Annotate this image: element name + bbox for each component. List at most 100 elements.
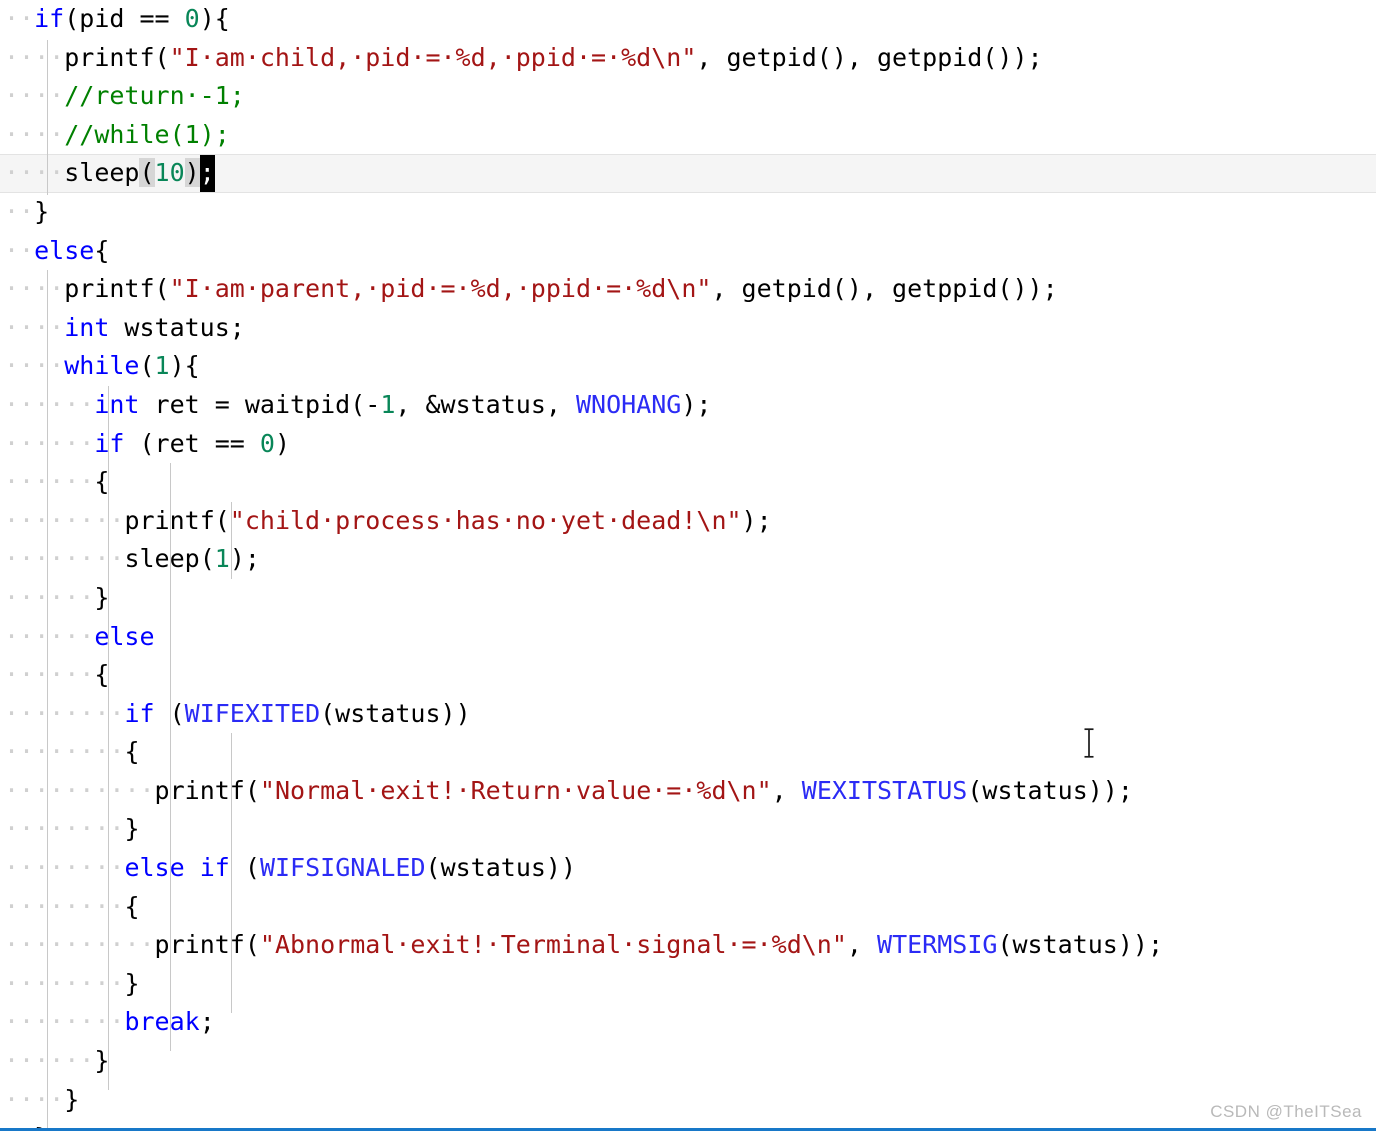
whitespace-dots: ·· (64, 660, 95, 690)
number-literal: 1 (214, 544, 230, 574)
whitespace-dots: ·· (34, 1046, 65, 1076)
whitespace-dots: ·· (4, 4, 35, 33)
whitespace-dots: ·· (64, 389, 95, 419)
code-line[interactable]: ····printf("I·am·child,·pid·=·%d,·ppid·=… (0, 39, 1376, 78)
code-token: printf( (154, 930, 260, 960)
whitespace-dots: ·· (64, 891, 95, 921)
code-line[interactable]: ········sleep(1); (0, 540, 1376, 579)
whitespace-dots: ·· (94, 891, 125, 921)
code-token: , &wstatus, (395, 389, 576, 419)
whitespace-dots: ·· (94, 968, 125, 998)
code-token: } (34, 196, 50, 226)
code-line[interactable]: ··} (0, 193, 1376, 232)
status-bar[interactable] (0, 1128, 1376, 1136)
code-line[interactable]: ····int wstatus; (0, 309, 1376, 348)
code-line[interactable]: ········else if (WIFSIGNALED(wstatus)) (0, 849, 1376, 888)
code-surface[interactable]: ··if(pid == 0){ ····printf("I·am·child,·… (0, 0, 1376, 1128)
code-token: wstatus; (109, 312, 245, 342)
code-token: } (124, 814, 140, 844)
number-literal: 1 (380, 389, 396, 419)
code-line[interactable]: ··if(pid == 0){ (0, 0, 1376, 39)
keyword-if: if (199, 853, 230, 883)
code-line[interactable]: ··} (0, 1119, 1376, 1128)
code-line[interactable]: ····//while(1); (0, 116, 1376, 155)
code-token: ( (154, 698, 185, 728)
whitespace-dots: ·· (34, 737, 65, 767)
whitespace-dots: ·· (94, 775, 125, 805)
code-line[interactable]: ······} (0, 579, 1376, 618)
whitespace-dots: ·· (34, 853, 65, 883)
code-line[interactable]: ········{ (0, 888, 1376, 927)
whitespace-dots: ·· (64, 544, 95, 574)
whitespace-dots: ·· (34, 351, 65, 381)
code-token: ( (139, 351, 155, 381)
keyword-while: while (64, 351, 140, 381)
whitespace-dots: ·· (64, 853, 95, 883)
number-literal: 0 (184, 4, 200, 33)
code-token: { (94, 467, 110, 497)
whitespace-dots: ·· (64, 505, 95, 535)
code-line[interactable]: ··········printf("Abnormal·exit!·Termina… (0, 926, 1376, 965)
number-literal: 0 (259, 428, 275, 458)
macro-wnohang: WNOHANG (576, 389, 682, 419)
code-token: ); (741, 505, 772, 535)
whitespace-dots: ·· (64, 968, 95, 998)
whitespace-dots: ·· (4, 274, 35, 304)
code-token: ret = waitpid(- (139, 389, 381, 419)
whitespace-dots: ·· (34, 660, 65, 690)
whitespace-dots: ·· (64, 467, 95, 497)
whitespace-dots: ·· (94, 853, 125, 883)
code-token: printf( (124, 505, 230, 535)
number-literal: 10 (154, 158, 185, 188)
code-line[interactable]: ····} (0, 1081, 1376, 1120)
whitespace-dots: ·· (34, 312, 65, 342)
bracket-match-close: ) (184, 158, 200, 188)
code-editor[interactable]: ··if(pid == 0){ ····printf("I·am·child,·… (0, 0, 1376, 1136)
macro-wexitstatus: WEXITSTATUS (801, 775, 968, 805)
code-line[interactable]: ········{ (0, 733, 1376, 772)
code-token: (ret == (124, 428, 260, 458)
string-literal: "Normal·exit!·Return·value·=·%d\n" (259, 775, 772, 805)
whitespace-dots: ·· (34, 930, 65, 960)
whitespace-dots: ·· (4, 389, 35, 419)
code-line[interactable]: ······int ret = waitpid(-1, &wstatus, WN… (0, 386, 1376, 425)
csdn-watermark: CSDN @TheITSea (1210, 1102, 1362, 1121)
code-line[interactable]: ····printf("I·am·parent,·pid·=·%d,·ppid·… (0, 270, 1376, 309)
whitespace-dots: ·· (64, 930, 95, 960)
code-line[interactable]: ····//return·-1; (0, 77, 1376, 116)
code-token: { (94, 660, 110, 690)
code-line[interactable]: ······else (0, 618, 1376, 657)
code-line[interactable]: ········} (0, 965, 1376, 1004)
code-token: printf( (64, 42, 170, 72)
code-token: , (771, 775, 802, 805)
code-token: , getpid(), getppid()); (696, 42, 1043, 72)
code-line-current[interactable]: ····sleep(10); (0, 154, 1376, 193)
code-line[interactable]: ··········printf("Normal·exit!·Return·va… (0, 772, 1376, 811)
code-line[interactable]: ······} (0, 1042, 1376, 1081)
code-line[interactable]: ······{ (0, 656, 1376, 695)
code-token: , (846, 930, 878, 960)
code-line[interactable]: ········} (0, 810, 1376, 849)
code-line[interactable]: ······{ (0, 463, 1376, 502)
code-line[interactable]: ····while(1){ (0, 347, 1376, 386)
code-line[interactable]: ······if (ret == 0) (0, 425, 1376, 464)
whitespace-dots: ·· (34, 814, 65, 844)
whitespace-dots: ·· (4, 1007, 35, 1037)
code-line[interactable]: ··else{ (0, 232, 1376, 271)
whitespace-dots: ·· (34, 621, 65, 651)
whitespace-dots: ·· (34, 505, 65, 535)
keyword-else: else (94, 621, 155, 651)
code-token: ; (199, 1007, 215, 1037)
string-literal: "Abnormal·exit!·Terminal·signal·=·%d\n" (259, 930, 847, 960)
whitespace-dots: ·· (34, 968, 65, 998)
whitespace-dots: ·· (4, 891, 35, 921)
code-token: ){ (169, 351, 200, 381)
keyword-else: else (124, 853, 185, 883)
code-line[interactable]: ········printf("child·process·has·no·yet… (0, 502, 1376, 541)
code-token: sleep( (124, 544, 215, 574)
string-literal: "I·am·child,·pid·=·%d,·ppid·=·%d\n" (169, 42, 697, 72)
whitespace-dots: ·· (34, 428, 65, 458)
whitespace-dots: ·· (64, 621, 95, 651)
code-line[interactable]: ········break; (0, 1003, 1376, 1042)
code-line[interactable]: ········if (WIFEXITED(wstatus)) (0, 695, 1376, 734)
